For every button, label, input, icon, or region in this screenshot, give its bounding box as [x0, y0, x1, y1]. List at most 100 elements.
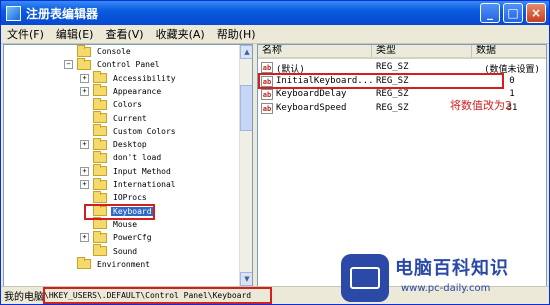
tree-item[interactable]: Colors: [80, 97, 144, 111]
tree-item-label: Desktop: [113, 140, 147, 150]
string-value-icon: ab: [261, 89, 273, 100]
tree-item[interactable]: + International: [80, 177, 178, 191]
column-header-name[interactable]: 名称: [258, 45, 372, 59]
watermark-monitor-icon: [350, 267, 380, 289]
tree-item-label: IOProcs: [113, 193, 147, 203]
tree-item[interactable]: Keyboard: [80, 204, 154, 218]
folder-icon: [93, 204, 107, 217]
folder-icon: [93, 84, 107, 97]
folder-icon: [93, 150, 107, 163]
column-header-data[interactable]: 数据: [472, 45, 546, 59]
collapse-icon[interactable]: −: [64, 60, 73, 70]
value-row[interactable]: ab InitialKeyboard... REG_SZ 0: [258, 75, 546, 88]
folder-icon: [93, 124, 107, 137]
folder-icon: [93, 164, 107, 177]
tree-item-label: Current: [113, 113, 147, 123]
status-path: \HKEY_USERS\.DEFAULT\Control Panel\Keybo…: [44, 291, 252, 300]
tree-item-label: International: [113, 180, 176, 189]
expand-icon[interactable]: +: [80, 86, 89, 96]
tree-item[interactable]: IOProcs: [80, 190, 149, 204]
folder-icon: [93, 111, 107, 123]
string-value-icon: ab: [261, 102, 273, 114]
value-data: 0: [509, 75, 515, 86]
tree-item[interactable]: + Input Method: [80, 164, 173, 178]
watermark-name: 电脑百科知识: [395, 258, 509, 279]
tree-item-label: Accessibility: [113, 73, 176, 83]
tree-scroll-thumb[interactable]: [240, 85, 252, 131]
folder-icon: [77, 57, 91, 70]
tree-item[interactable]: Custom Colors: [80, 124, 178, 138]
close-button[interactable]: ×: [526, 3, 546, 23]
tree-item-label: don't load: [113, 153, 162, 163]
status-computer-label: 我的电脑: [4, 292, 44, 303]
value-name: InitialKeyboard...: [276, 75, 374, 86]
value-name: KeyboardSpeed: [276, 102, 347, 113]
window-title: 注册表编辑器: [26, 6, 99, 21]
value-type: REG_SZ: [376, 75, 409, 86]
tree-item[interactable]: Environment: [64, 257, 152, 271]
tree-item-label: Keyboard: [111, 206, 154, 216]
regedit-icon: [6, 5, 21, 21]
expand-icon[interactable]: +: [80, 233, 89, 243]
annotation-note: 将数值改为2: [450, 99, 512, 112]
folder-icon: [93, 177, 107, 190]
tree-item[interactable]: Console: [64, 45, 133, 58]
tree-scroll-down-button[interactable]: ▼: [240, 272, 252, 286]
tree-item[interactable]: Current: [80, 111, 149, 125]
menu-bar: 文件(F) 编辑(E) 查看(V) 收藏夹(A) 帮助(H): [1, 25, 549, 44]
tree-item[interactable]: Mouse: [80, 217, 139, 231]
tree-item-label: Custom Colors: [113, 126, 176, 136]
folder-icon: [93, 217, 107, 230]
tree-item[interactable]: Sound: [80, 244, 139, 258]
menu-help[interactable]: 帮助(H): [211, 26, 262, 42]
expand-icon[interactable]: +: [80, 166, 89, 176]
key-tree[interactable]: Console − Control Panel + Accessibility + Appe…: [3, 44, 253, 287]
tree-item-label: Input Method: [113, 166, 171, 176]
watermark-logo-icon: [341, 254, 389, 302]
value-name: (默认): [276, 65, 305, 75]
string-value-icon: ab: [261, 75, 273, 87]
tree-item[interactable]: + Accessibility: [80, 71, 178, 85]
title-bar[interactable]: 注册表编辑器 _ □ ×: [1, 1, 549, 25]
folder-icon: [77, 45, 91, 57]
folder-icon: [93, 137, 107, 150]
tree-item[interactable]: don't load: [80, 150, 163, 164]
watermark-url: www.pc-daily.com: [401, 283, 491, 294]
menu-view[interactable]: 查看(V): [99, 26, 149, 42]
tree-item[interactable]: + Desktop: [80, 137, 149, 151]
tree-item[interactable]: − Control Panel: [64, 57, 162, 71]
menu-edit[interactable]: 编辑(E): [50, 26, 100, 42]
tree-scrollbar[interactable]: ▲ ▼: [239, 45, 252, 286]
tree-item[interactable]: + Appearance: [80, 84, 163, 98]
minimize-button[interactable]: _: [480, 3, 500, 23]
maximize-button[interactable]: □: [503, 3, 523, 23]
registry-editor-window: 注册表编辑器 _ □ × 文件(F) 编辑(E) 查看(V) 收藏夹(A) 帮助…: [0, 0, 550, 305]
folder-icon: [77, 257, 91, 270]
folder-icon: [93, 230, 107, 243]
expand-icon[interactable]: +: [80, 73, 89, 83]
tree-item-label: Environment: [97, 259, 150, 269]
tree-item-label: Sound: [113, 246, 138, 256]
value-row[interactable]: ab (默认) REG_SZ (数值未设置): [258, 61, 546, 75]
string-value-icon: ab: [261, 62, 273, 73]
value-name: KeyboardDelay: [276, 89, 347, 99]
folder-icon: [93, 190, 107, 203]
value-type: REG_SZ: [376, 102, 409, 113]
tree-item-label: Control Panel: [97, 60, 160, 70]
folder-icon: [93, 97, 107, 110]
site-watermark: 电脑百科知识 www.pc-daily.com: [341, 250, 549, 304]
folder-icon: [93, 244, 107, 256]
tree-item-label: Colors: [113, 100, 142, 110]
value-data: (数值未设置): [484, 65, 540, 75]
column-header-type[interactable]: 类型: [372, 45, 472, 59]
menu-file[interactable]: 文件(F): [1, 26, 50, 42]
menu-favorites[interactable]: 收藏夹(A): [150, 26, 211, 42]
tree-item-label: Console: [97, 47, 131, 56]
tree-scroll-up-button[interactable]: ▲: [240, 45, 252, 59]
tree-item-label: PowerCfg: [113, 233, 152, 243]
tree-item[interactable]: + PowerCfg: [80, 230, 154, 244]
tree-item-label: Appearance: [113, 86, 162, 96]
value-type: REG_SZ: [376, 89, 409, 99]
expand-icon[interactable]: +: [80, 180, 89, 189]
expand-icon[interactable]: +: [80, 140, 89, 150]
